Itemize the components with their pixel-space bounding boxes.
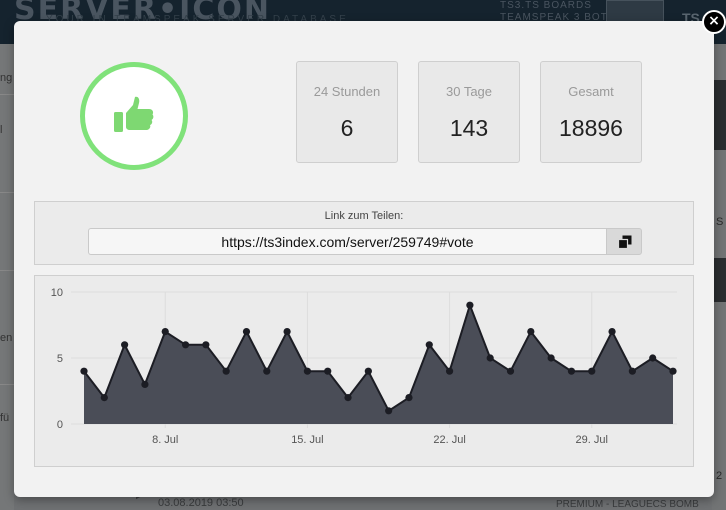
background-timestamp: 03.08.2019 03:50 [158, 497, 244, 509]
chart-point [588, 367, 596, 375]
background-left-text: en [0, 332, 13, 344]
chart-point [202, 341, 210, 349]
background-divider [0, 384, 14, 385]
copy-link-button[interactable] [606, 228, 642, 255]
chart-y-tick-label: 0 [57, 419, 63, 431]
background-left-text: fü [0, 412, 10, 424]
background-right-text: 2 [716, 470, 723, 482]
background-right-banner [712, 258, 726, 302]
background-divider [0, 270, 14, 271]
close-modal-button[interactable]: × [702, 10, 726, 34]
background-divider [0, 94, 14, 95]
chart-point [364, 367, 372, 375]
chart-x-axis: 8. Jul 15. Jul 22. Jul 29. Jul [152, 434, 608, 446]
chart-point [628, 367, 636, 375]
chart-area [84, 305, 673, 424]
copy-icon [618, 235, 632, 249]
stat-value: 18896 [559, 115, 623, 141]
chart-point [344, 394, 352, 402]
background-header-link-1: TS3.TS BOARDS [500, 0, 592, 11]
background-server-link: PREMIUM - LEAGUECS BOMB [556, 499, 699, 510]
background-divider [0, 192, 14, 193]
chart-point [527, 328, 535, 336]
stat-label: 30 Tage [445, 84, 493, 99]
chart-point [181, 341, 190, 349]
thumbs-up-icon [114, 96, 154, 132]
chart-point [466, 301, 474, 309]
chart-point [649, 354, 657, 362]
stat-24-hours: 24 Stunden 6 [296, 61, 398, 163]
chart-x-tick-label: 15. Jul [291, 434, 323, 446]
chart-point [506, 367, 515, 375]
chart-point [547, 354, 555, 362]
chart-y-axis: 0 5 10 [51, 287, 63, 431]
chart-point [567, 367, 576, 375]
stat-value: 6 [340, 115, 354, 141]
share-link-input[interactable] [88, 228, 606, 255]
chart-point [80, 367, 88, 375]
stat-value: 143 [449, 115, 489, 141]
chart-point [303, 367, 312, 375]
chart-point [121, 341, 129, 349]
share-label: Link zum Teilen: [324, 210, 404, 222]
chart-point [425, 341, 433, 349]
background-right-banner [712, 80, 726, 150]
chart-point [222, 367, 230, 375]
chart-y-tick-label: 10 [51, 287, 63, 299]
vote-modal: 24 Stunden 6 30 Tage 143 Gesamt 18896 Li… [14, 21, 714, 497]
vote-chart-svg: 0 5 10 8. Jul 15. Jul 22. Jul 29. Jul [51, 287, 677, 446]
background-left-text: l [0, 124, 3, 136]
chart-point [405, 394, 413, 402]
chart-point [324, 367, 332, 375]
chart-point [486, 354, 494, 362]
background-right-text: S [716, 216, 724, 228]
stat-label: Gesamt [568, 84, 614, 99]
chart-point [669, 367, 677, 375]
stat-label: 24 Stunden [313, 84, 381, 99]
chart-x-tick-label: 8. Jul [152, 434, 178, 446]
chart-x-tick-label: 29. Jul [576, 434, 608, 446]
chart-point [263, 367, 271, 375]
chart-point [385, 407, 393, 415]
chart-point [242, 328, 251, 336]
vote-chart: 0 5 10 8. Jul 15. Jul 22. Jul 29. Jul [34, 275, 694, 467]
background-left-column [0, 44, 14, 510]
chart-point [445, 367, 454, 375]
chart-y-tick-label: 5 [57, 353, 63, 365]
chart-point [161, 328, 169, 336]
background-left-text: ng [0, 72, 13, 84]
vote-badge [80, 62, 188, 170]
share-panel: Link zum Teilen: [34, 201, 694, 265]
stat-30-days: 30 Tage 143 [418, 61, 520, 163]
chart-point [283, 328, 291, 336]
stat-total: Gesamt 18896 [540, 61, 642, 163]
chart-point [141, 380, 149, 388]
chart-point [608, 328, 616, 336]
chart-x-tick-label: 22. Jul [433, 434, 465, 446]
chart-point [100, 394, 108, 402]
